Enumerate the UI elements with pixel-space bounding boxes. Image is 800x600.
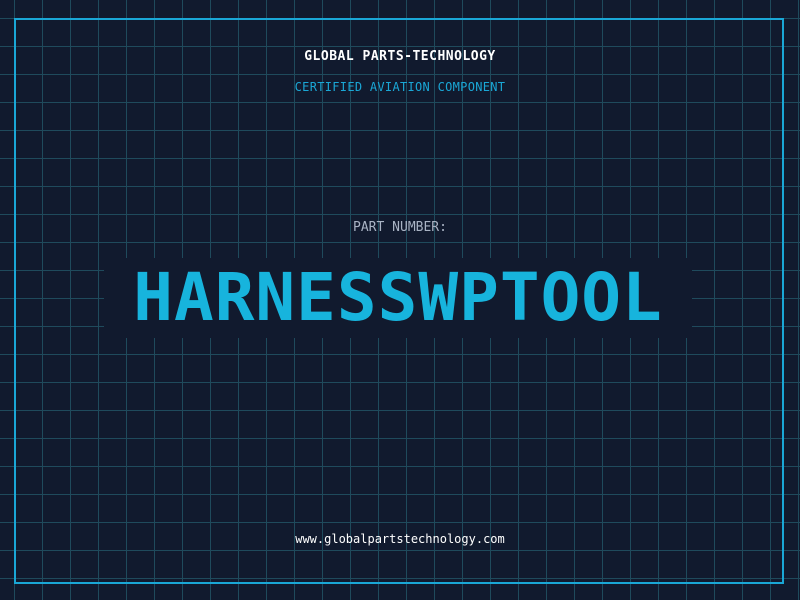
company-name: GLOBAL PARTS-TECHNOLOGY	[304, 49, 496, 64]
part-number-label: PART NUMBER:	[353, 220, 447, 235]
website-url: www.globalpartstechnology.com	[295, 532, 505, 546]
part-card: GLOBAL PARTS-TECHNOLOGY CERTIFIED AVIATI…	[0, 0, 800, 600]
certification-subtitle: CERTIFIED AVIATION COMPONENT	[294, 80, 506, 94]
part-number-value: HARNESSWPTOOL	[133, 259, 663, 336]
part-number-box: HARNESSWPTOOL	[104, 258, 692, 338]
